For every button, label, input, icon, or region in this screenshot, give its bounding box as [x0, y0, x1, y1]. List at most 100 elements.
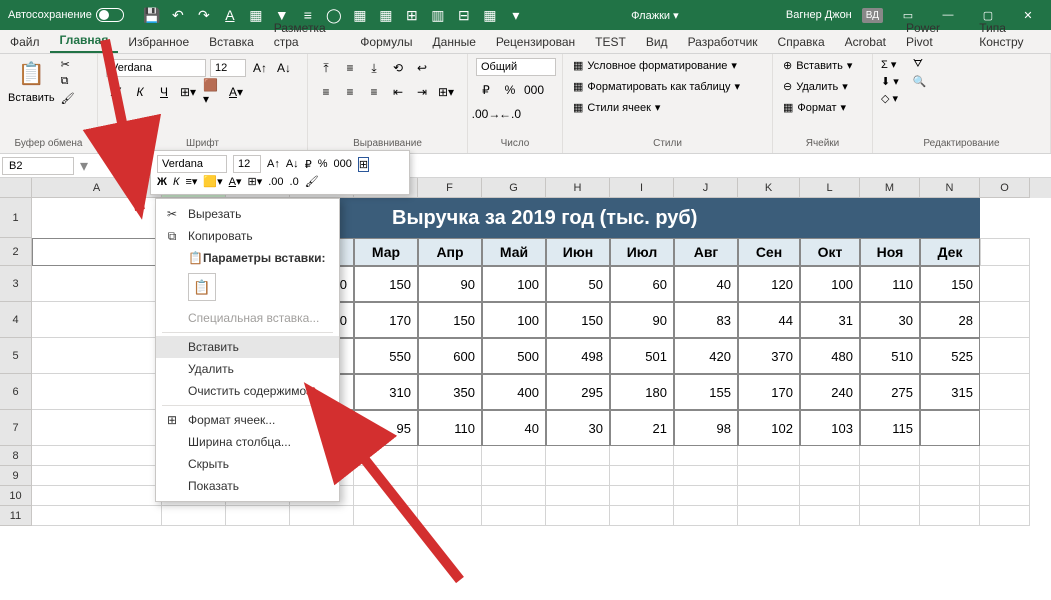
- cell[interactable]: [32, 410, 162, 446]
- cell[interactable]: [920, 486, 980, 506]
- insert-cells-button[interactable]: ⊕ Вставить▾: [781, 58, 854, 73]
- mini-font-color-icon[interactable]: A▾: [229, 175, 242, 188]
- cell[interactable]: 240: [800, 374, 860, 410]
- cell[interactable]: [32, 506, 162, 526]
- align-bottom-icon[interactable]: ⤓: [364, 58, 384, 78]
- cell[interactable]: 90: [418, 266, 482, 302]
- decrease-font-icon[interactable]: A↓: [274, 58, 294, 78]
- cell[interactable]: 60: [610, 266, 674, 302]
- align-center-icon[interactable]: ≡: [340, 82, 360, 102]
- mini-percent-icon[interactable]: %: [318, 158, 328, 170]
- cell[interactable]: [32, 302, 162, 338]
- cm-delete[interactable]: Удалить: [156, 358, 339, 380]
- fill-icon[interactable]: ⬇ ▾: [881, 75, 899, 88]
- ribbon-tab-acrobat[interactable]: Acrobat: [835, 31, 896, 53]
- ribbon-tab-вставка[interactable]: Вставка: [199, 31, 264, 53]
- cell[interactable]: 90: [610, 302, 674, 338]
- align-right-icon[interactable]: ≡: [364, 82, 384, 102]
- cell[interactable]: 102: [738, 410, 800, 446]
- cell[interactable]: [800, 486, 860, 506]
- cell[interactable]: [354, 466, 418, 486]
- cm-format-cells[interactable]: ⊞Формат ячеек...: [156, 409, 339, 431]
- qat-icon[interactable]: ▾: [508, 7, 524, 23]
- user-name[interactable]: Вагнер Джон: [786, 9, 852, 21]
- cell[interactable]: [610, 506, 674, 526]
- cell[interactable]: 83: [674, 302, 738, 338]
- cell[interactable]: [674, 506, 738, 526]
- cell[interactable]: [980, 238, 1030, 266]
- cell[interactable]: 30: [546, 410, 610, 446]
- cell[interactable]: 100: [482, 302, 546, 338]
- cm-show[interactable]: Показать: [156, 475, 339, 497]
- cell[interactable]: 315: [920, 374, 980, 410]
- mini-decrease-font-icon[interactable]: A↓: [286, 158, 299, 170]
- cell[interactable]: 100: [482, 266, 546, 302]
- sort-filter-icon[interactable]: ᗊ: [913, 58, 927, 71]
- cell[interactable]: [674, 466, 738, 486]
- cell[interactable]: [482, 486, 546, 506]
- row-header[interactable]: 5: [0, 338, 32, 374]
- cell[interactable]: Мар: [354, 238, 418, 266]
- cell[interactable]: Ноя: [860, 238, 920, 266]
- cell[interactable]: [738, 506, 800, 526]
- wrap-text-icon[interactable]: ↩: [412, 58, 432, 78]
- cell[interactable]: [920, 446, 980, 466]
- cell[interactable]: [800, 506, 860, 526]
- cell[interactable]: [418, 506, 482, 526]
- ribbon-tab-разметка стра[interactable]: Разметка стра: [264, 17, 351, 53]
- ribbon-tab-рецензирован[interactable]: Рецензирован: [486, 31, 585, 53]
- cell[interactable]: [980, 506, 1030, 526]
- cm-copy[interactable]: ⧉Копировать: [156, 225, 339, 247]
- italic-button[interactable]: К: [130, 82, 150, 102]
- name-box[interactable]: [2, 157, 74, 175]
- cell[interactable]: [920, 466, 980, 486]
- save-icon[interactable]: 💾: [144, 7, 160, 23]
- cell[interactable]: 350: [418, 374, 482, 410]
- cell[interactable]: Авг: [674, 238, 738, 266]
- cell[interactable]: 110: [860, 266, 920, 302]
- align-top-icon[interactable]: ⤒: [316, 58, 336, 78]
- mini-merge-icon[interactable]: ⊞: [358, 157, 369, 172]
- cell[interactable]: 31: [800, 302, 860, 338]
- cell[interactable]: [980, 446, 1030, 466]
- ribbon-tab-разработчик[interactable]: Разработчик: [678, 31, 768, 53]
- qat-icon[interactable]: ▦: [248, 7, 264, 23]
- ribbon-tab-файл[interactable]: Файл: [0, 31, 50, 53]
- cell[interactable]: 480: [800, 338, 860, 374]
- cell[interactable]: 50: [546, 266, 610, 302]
- cell[interactable]: 310: [354, 374, 418, 410]
- cell[interactable]: [860, 506, 920, 526]
- cell[interactable]: 500: [482, 338, 546, 374]
- orientation-icon[interactable]: ⟲: [388, 58, 408, 78]
- cell[interactable]: 498: [546, 338, 610, 374]
- cut-icon[interactable]: ✂: [61, 58, 75, 71]
- column-header-J[interactable]: J: [674, 178, 738, 198]
- cell[interactable]: 95: [354, 410, 418, 446]
- format-as-table-button[interactable]: ▦ Форматировать как таблицу▾: [571, 79, 742, 94]
- qat-icon[interactable]: ⊞: [404, 7, 420, 23]
- cell[interactable]: 170: [738, 374, 800, 410]
- cell[interactable]: [980, 266, 1030, 302]
- cell[interactable]: 550: [354, 338, 418, 374]
- column-header-K[interactable]: K: [738, 178, 800, 198]
- cm-paste-btn[interactable]: 📋: [188, 273, 216, 301]
- row-header[interactable]: 1: [0, 198, 32, 238]
- font-color-icon[interactable]: A▾: [226, 82, 246, 102]
- ribbon-tab-главная[interactable]: Главная: [50, 29, 119, 53]
- merge-icon[interactable]: ⊞▾: [436, 82, 456, 102]
- mini-bold-button[interactable]: Ж: [157, 176, 167, 188]
- column-header-M[interactable]: M: [860, 178, 920, 198]
- cm-hide[interactable]: Скрыть: [156, 453, 339, 475]
- cell[interactable]: 98: [674, 410, 738, 446]
- cell[interactable]: [354, 486, 418, 506]
- cell[interactable]: 170: [354, 302, 418, 338]
- row-header[interactable]: 4: [0, 302, 32, 338]
- column-header-H[interactable]: H: [546, 178, 610, 198]
- ribbon-tab-типа констру[interactable]: Типа Констру: [969, 17, 1051, 53]
- autosum-icon[interactable]: Σ ▾: [881, 58, 899, 71]
- cell[interactable]: [162, 506, 226, 526]
- cell[interactable]: [482, 446, 546, 466]
- cell[interactable]: [32, 238, 162, 266]
- cell[interactable]: [482, 506, 546, 526]
- cell[interactable]: 295: [546, 374, 610, 410]
